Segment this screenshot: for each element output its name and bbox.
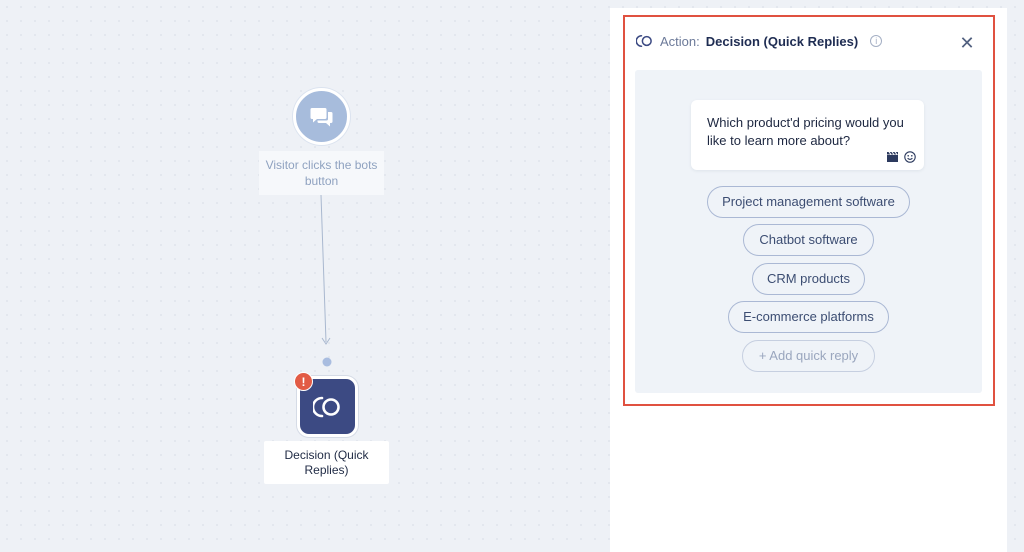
quick-reply-button[interactable]: Chatbot software: [743, 224, 874, 256]
info-icon[interactable]: i: [870, 35, 883, 47]
error-badge: !: [294, 372, 313, 391]
trigger-label: Visitor clicks the bots button: [259, 151, 384, 195]
quick-reply-button[interactable]: CRM products: [752, 263, 865, 295]
decision-label: Decision (Quick Replies): [264, 441, 389, 484]
smile-icon[interactable]: [904, 151, 916, 163]
chat-bubbles-icon: [310, 107, 332, 126]
panel-header: Action: Decision (Quick Replies) i: [636, 31, 883, 51]
connector-handle: [322, 357, 332, 367]
panel-title-prefix: Action:: [660, 33, 700, 49]
flow-canvas[interactable]: Visitor clicks the bots button ! Decisio…: [0, 0, 610, 552]
quick-replies-icon: [312, 396, 340, 417]
quick-replies-icon: [636, 34, 652, 48]
message-tools: [887, 151, 916, 163]
trigger-node[interactable]: [293, 88, 350, 145]
quick-reply-button[interactable]: Project management software: [707, 186, 910, 218]
panel-title: Decision (Quick Replies): [705, 33, 859, 49]
clapperboard-icon[interactable]: [887, 152, 898, 162]
add-quick-reply-button[interactable]: + Add quick reply: [742, 340, 875, 372]
quick-reply-button[interactable]: E-commerce platforms: [728, 301, 889, 333]
close-icon[interactable]: ✕: [958, 34, 976, 52]
